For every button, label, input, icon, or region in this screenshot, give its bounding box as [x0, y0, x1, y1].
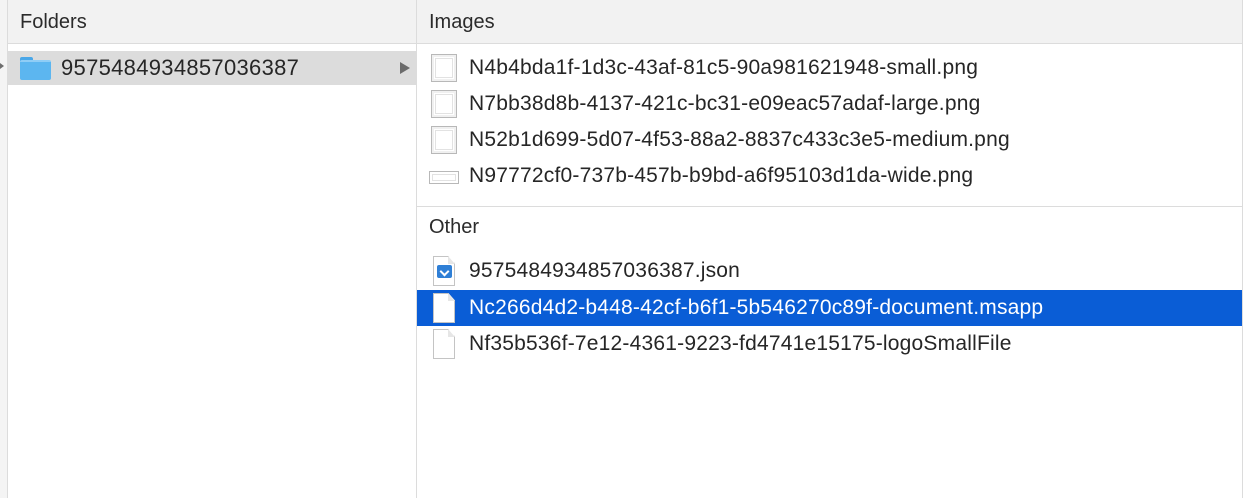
file-item[interactable]: Nf35b536f-7e12-4361-9223-fd4741e15175-lo…: [417, 326, 1242, 362]
folders-column: Folders 9575484934857036387: [8, 0, 417, 498]
file-item-selected[interactable]: Nc266d4d2-b448-42cf-b6f1-5b546270c89f-do…: [417, 290, 1242, 326]
file-item-label: Nf35b536f-7e12-4361-9223-fd4741e15175-lo…: [469, 332, 1012, 355]
file-item-label: N52b1d699-5d07-4f53-88a2-8837c433c3e5-me…: [469, 128, 1010, 151]
folders-column-header: Folders: [8, 0, 416, 44]
images-section-header: Images: [417, 0, 1242, 44]
file-item-label: 9575484934857036387.json: [469, 259, 741, 282]
image-file-icon: [429, 89, 459, 119]
disclosure-arrow-icon: [400, 62, 410, 74]
image-file-icon: [429, 53, 459, 83]
folder-item-label: 9575484934857036387: [61, 55, 300, 80]
file-item-label: Nc266d4d2-b448-42cf-b6f1-5b546270c89f-do…: [469, 296, 1044, 319]
json-file-icon: [429, 256, 459, 286]
folder-item[interactable]: 9575484934857036387: [8, 51, 416, 85]
file-item[interactable]: N7bb38d8b-4137-421c-bc31-e09eac57adaf-la…: [417, 86, 1242, 122]
contents-column: Images N4b4bda1f-1d3c-43af-81c5-90a98162…: [417, 0, 1243, 498]
next-column-edge: [1243, 0, 1260, 498]
wide-image-file-icon: [429, 161, 459, 191]
file-item[interactable]: 9575484934857036387.json: [417, 253, 1242, 289]
other-section-header: Other: [429, 216, 480, 238]
previous-column-arrow-icon: [0, 63, 4, 69]
document-file-icon: [429, 293, 459, 323]
section-divider: [417, 206, 1242, 207]
previous-column-edge[interactable]: [0, 0, 8, 498]
file-item-label: N4b4bda1f-1d3c-43af-81c5-90a981621948-sm…: [469, 56, 979, 79]
file-item[interactable]: N4b4bda1f-1d3c-43af-81c5-90a981621948-sm…: [417, 50, 1242, 86]
column-browser: Folders 9575484934857036387 Images N4b4b…: [0, 0, 1260, 498]
image-file-icon: [429, 125, 459, 155]
document-file-icon: [429, 329, 459, 359]
file-item-label: N7bb38d8b-4137-421c-bc31-e09eac57adaf-la…: [469, 92, 981, 115]
folder-icon: [20, 56, 51, 80]
file-item[interactable]: N52b1d699-5d07-4f53-88a2-8837c433c3e5-me…: [417, 122, 1242, 158]
file-item-label: N97772cf0-737b-457b-b9bd-a6f95103d1da-wi…: [469, 164, 974, 187]
file-item[interactable]: N97772cf0-737b-457b-b9bd-a6f95103d1da-wi…: [417, 158, 1242, 194]
